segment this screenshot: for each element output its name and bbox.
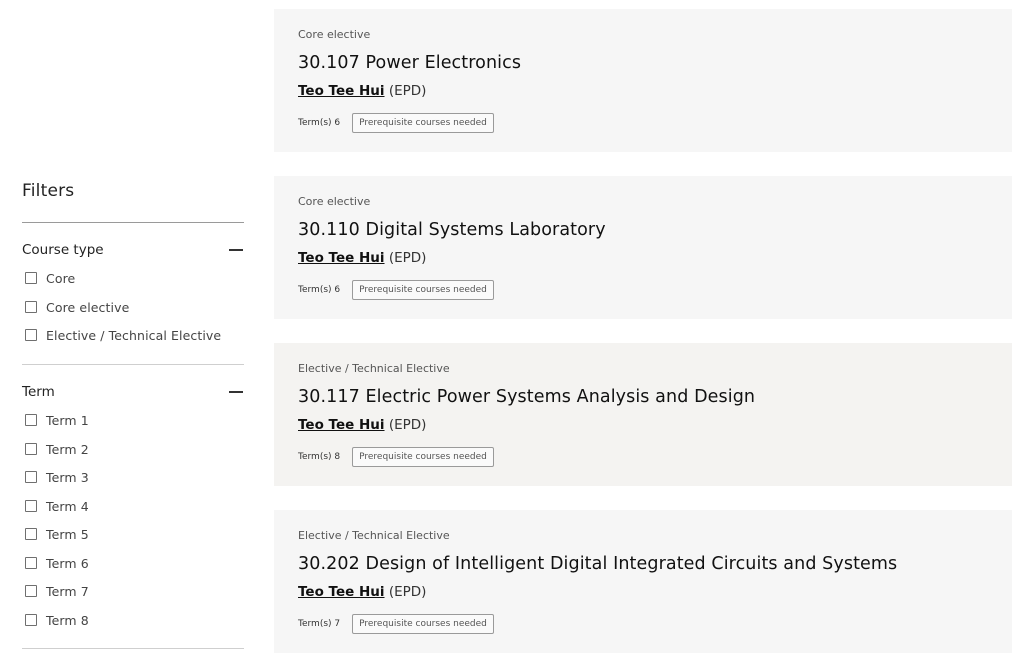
filter-option-label: Term 5 (46, 526, 89, 542)
filter-option-term-5[interactable]: Term 5 (25, 525, 89, 543)
checkbox-icon[interactable] (25, 557, 37, 569)
course-instructor: Teo Tee Hui (EPD) (298, 584, 426, 600)
filter-option-label: Term 4 (46, 498, 89, 514)
filter-option-core[interactable]: Core (25, 269, 75, 287)
filter-option-label: Term 7 (46, 583, 89, 599)
course-meta: Term(s) 8 Prerequisite courses needed (298, 447, 494, 467)
course-title[interactable]: 30.202 Design of Intelligent Digital Int… (298, 554, 897, 574)
filter-group-term[interactable]: Term (22, 382, 244, 402)
filter-option-label: Term 2 (46, 441, 89, 457)
minus-icon[interactable] (229, 391, 243, 393)
instructor-link[interactable]: Teo Tee Hui (298, 250, 385, 266)
filter-option-label: Term 3 (46, 469, 89, 485)
checkbox-icon[interactable] (25, 471, 37, 483)
filters-divider (22, 222, 244, 223)
filter-option-label: Core elective (46, 299, 130, 315)
filter-option-core-elective[interactable]: Core elective (25, 298, 129, 316)
course-type: Core elective (298, 195, 371, 208)
prerequisite-badge: Prerequisite courses needed (352, 447, 494, 467)
prerequisite-badge: Prerequisite courses needed (352, 280, 494, 300)
filter-option-term-2[interactable]: Term 2 (25, 440, 89, 458)
instructor-link[interactable]: Teo Tee Hui (298, 584, 385, 600)
course-card[interactable]: Elective / Technical Elective 30.202 Des… (274, 510, 1012, 653)
course-type: Elective / Technical Elective (298, 529, 450, 542)
course-type: Elective / Technical Elective (298, 362, 450, 375)
checkbox-icon[interactable] (25, 614, 37, 626)
course-meta: Term(s) 6 Prerequisite courses needed (298, 113, 494, 133)
minus-icon[interactable] (229, 249, 243, 251)
filter-option-term-8[interactable]: Term 8 (25, 611, 89, 629)
course-terms: Term(s) 8 (298, 452, 341, 462)
filter-option-term-4[interactable]: Term 4 (25, 497, 89, 515)
filter-option-label: Term 6 (46, 555, 89, 571)
filter-option-label: Term 1 (46, 412, 89, 428)
instructor-link[interactable]: Teo Tee Hui (298, 417, 385, 433)
course-card[interactable]: Core elective 30.110 Digital Systems Lab… (274, 176, 1012, 319)
filter-group-title: Course type (22, 242, 104, 258)
filter-option-elective-technical-elective[interactable]: Elective / Technical Elective (25, 326, 221, 344)
instructor-pillar: (EPD) (388, 584, 427, 600)
course-type: Core elective (298, 28, 371, 41)
instructor-pillar: (EPD) (388, 250, 427, 266)
checkbox-icon[interactable] (25, 528, 37, 540)
course-instructor: Teo Tee Hui (EPD) (298, 250, 426, 266)
course-terms: Term(s) 6 (298, 285, 341, 295)
course-title[interactable]: 30.117 Electric Power Systems Analysis a… (298, 387, 755, 407)
group-divider (22, 648, 244, 649)
group-divider (22, 364, 244, 365)
course-instructor: Teo Tee Hui (EPD) (298, 417, 426, 433)
filter-option-label: Term 8 (46, 612, 89, 628)
filters-title: Filters (22, 181, 75, 201)
course-meta: Term(s) 7 Prerequisite courses needed (298, 614, 494, 634)
course-instructor: Teo Tee Hui (EPD) (298, 83, 426, 99)
course-title[interactable]: 30.107 Power Electronics (298, 53, 521, 73)
course-meta: Term(s) 6 Prerequisite courses needed (298, 280, 494, 300)
checkbox-icon[interactable] (25, 301, 37, 313)
filter-group-course-type[interactable]: Course type (22, 240, 244, 260)
filter-option-label: Core (46, 270, 76, 286)
prerequisite-badge: Prerequisite courses needed (352, 113, 494, 133)
checkbox-icon[interactable] (25, 443, 37, 455)
course-title[interactable]: 30.110 Digital Systems Laboratory (298, 220, 606, 240)
checkbox-icon[interactable] (25, 329, 37, 341)
checkbox-icon[interactable] (25, 414, 37, 426)
filter-group-title: Term (22, 384, 55, 400)
checkbox-icon[interactable] (25, 272, 37, 284)
course-card[interactable]: Core elective 30.107 Power Electronics T… (274, 9, 1012, 152)
filter-option-term-6[interactable]: Term 6 (25, 554, 89, 572)
course-card[interactable]: Elective / Technical Elective 30.117 Ele… (274, 343, 1012, 486)
instructor-pillar: (EPD) (388, 83, 427, 99)
filter-option-term-7[interactable]: Term 7 (25, 582, 89, 600)
checkbox-icon[interactable] (25, 500, 37, 512)
filter-option-term-1[interactable]: Term 1 (25, 411, 89, 429)
course-terms: Term(s) 6 (298, 118, 341, 128)
course-terms: Term(s) 7 (298, 619, 341, 629)
filter-option-label: Elective / Technical Elective (46, 327, 222, 343)
instructor-link[interactable]: Teo Tee Hui (298, 83, 385, 99)
prerequisite-badge: Prerequisite courses needed (352, 614, 494, 634)
checkbox-icon[interactable] (25, 585, 37, 597)
filter-option-term-3[interactable]: Term 3 (25, 468, 89, 486)
instructor-pillar: (EPD) (388, 417, 427, 433)
